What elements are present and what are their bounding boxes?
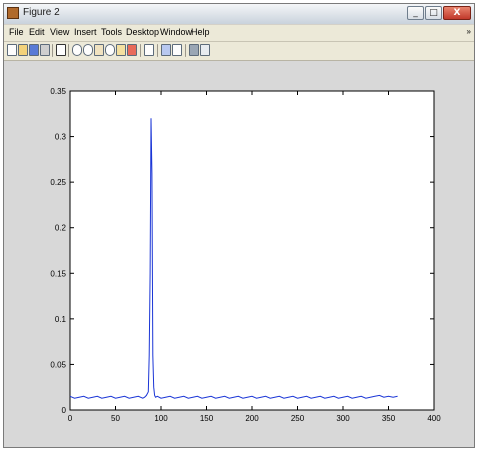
minimize-button[interactable]: _: [407, 6, 424, 20]
menu-edit[interactable]: Edit: [29, 27, 45, 37]
zoom-out-icon[interactable]: [83, 44, 93, 56]
menu-help[interactable]: Help: [191, 27, 210, 37]
window-title: Figure 2: [23, 7, 60, 18]
data-cursor-icon[interactable]: [116, 44, 126, 56]
brush-icon[interactable]: [127, 44, 137, 56]
x-tick-label: 300: [336, 414, 350, 423]
colorbar-icon[interactable]: [161, 44, 171, 56]
toolbar-separator: [68, 44, 69, 57]
y-tick-label: 0.05: [50, 360, 66, 369]
x-tick-label: 100: [154, 414, 168, 423]
pointer-icon[interactable]: [56, 44, 66, 56]
close-button[interactable]: X: [443, 6, 471, 20]
toolbar-separator: [52, 44, 53, 57]
x-tick-label: 150: [200, 414, 214, 423]
menu-desktop[interactable]: Desktop: [126, 27, 159, 37]
x-tick-label: 0: [68, 414, 73, 423]
maximize-button[interactable]: □: [425, 6, 442, 20]
menu-insert[interactable]: Insert: [74, 27, 97, 37]
y-tick-label: 0: [62, 406, 67, 415]
y-tick-label: 0.1: [55, 315, 67, 324]
print-icon[interactable]: [40, 44, 50, 56]
menu-overflow-icon[interactable]: »: [467, 27, 471, 36]
figure-canvas: 0 50 100 150 200 250 300 350 400 0 0.05 0.1 0.15 0.2 0…: [4, 61, 474, 447]
menu-tools[interactable]: Tools: [101, 27, 122, 37]
open-file-icon[interactable]: [18, 44, 28, 56]
y-tick-label: 0.3: [55, 133, 67, 142]
legend-icon[interactable]: [172, 44, 182, 56]
new-figure-icon[interactable]: [7, 44, 17, 56]
title-bar[interactable]: Figure 2 _ □ X: [4, 4, 474, 24]
hide-plot-tools-icon[interactable]: [189, 44, 199, 56]
menu-view[interactable]: View: [50, 27, 69, 37]
x-tick-label: 50: [111, 414, 120, 423]
toolbar-separator: [185, 44, 186, 57]
figure-toolbar: [4, 42, 474, 61]
zoom-in-icon[interactable]: [72, 44, 82, 56]
rotate-icon[interactable]: [105, 44, 115, 56]
y-tick-label: 0.25: [50, 178, 66, 187]
matlab-figure-icon: [7, 7, 19, 19]
menu-file[interactable]: File: [9, 27, 24, 37]
save-icon[interactable]: [29, 44, 39, 56]
x-tick-label: 350: [382, 414, 396, 423]
y-tick-label: 0.35: [50, 87, 66, 96]
plot-svg: 0 50 100 150 200 250 300 350 400 0 0.05 0.1 0.15 0.2 0…: [50, 87, 441, 423]
y-tick-label: 0.2: [55, 224, 67, 233]
show-plot-tools-icon[interactable]: [200, 44, 210, 56]
toolbar-separator: [140, 44, 141, 57]
y-tick-label: 0.15: [50, 269, 66, 278]
window-controls: _ □ X: [407, 6, 471, 21]
x-tick-label: 200: [245, 414, 259, 423]
axes-box[interactable]: [69, 90, 435, 411]
menu-window[interactable]: Window: [160, 27, 192, 37]
link-icon[interactable]: [144, 44, 154, 56]
x-tick-label: 400: [427, 414, 441, 423]
toolbar-separator: [157, 44, 158, 57]
x-tick-label: 250: [291, 414, 305, 423]
menu-bar: File Edit View Insert Tools Desktop Wind…: [4, 25, 474, 42]
pan-icon[interactable]: [94, 44, 104, 56]
figure-window: Figure 2 _ □ X File Edit View Insert Too…: [3, 3, 475, 448]
